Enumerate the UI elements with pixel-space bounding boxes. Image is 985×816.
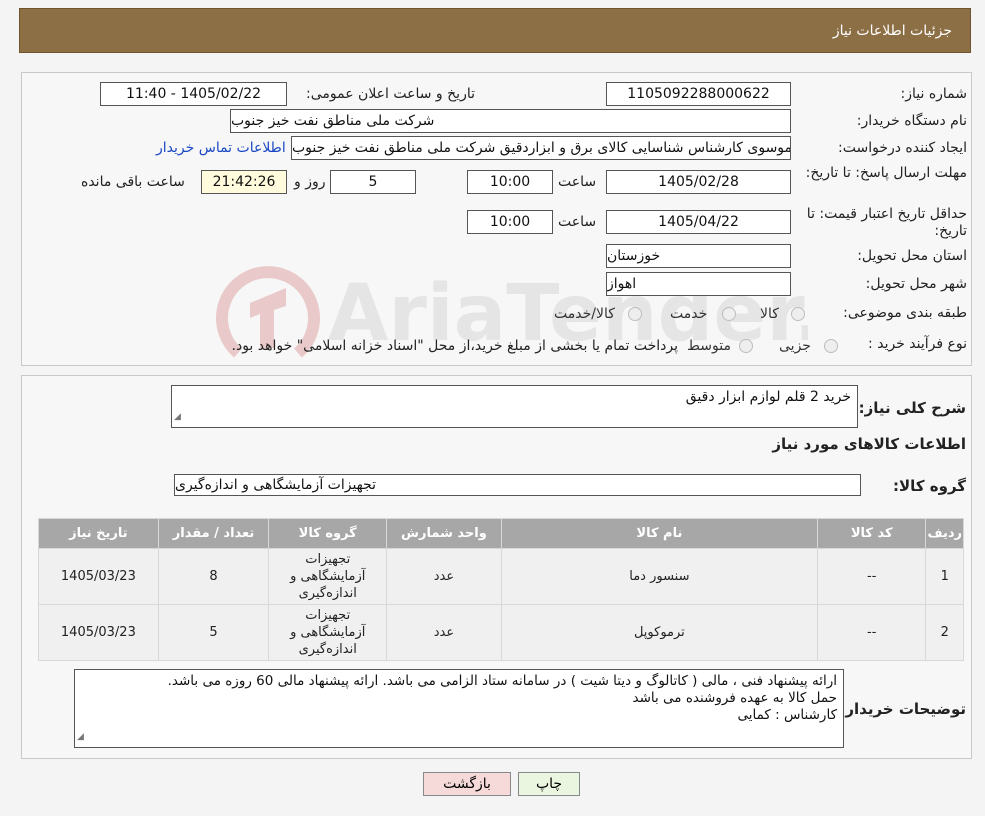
need-number-field: 1105092288000622: [606, 82, 791, 106]
category-option-service: خدمت: [670, 306, 708, 322]
col-unit: واحد شمارش: [386, 518, 502, 549]
page-title: جزئیات اطلاعات نیاز: [832, 22, 952, 39]
cell-group-text: تجهیزات آزمایشگاهی و اندازه‌گیری: [290, 552, 366, 601]
process-option-minor: جزیی: [779, 338, 811, 354]
items-table: ردیف کد کالا نام کالا واحد شمارش گروه کا…: [38, 518, 964, 661]
buyer-org-label: نام دستگاه خریدار:: [856, 113, 967, 129]
buyer-notes-label: توضیحات خریدار:: [839, 700, 966, 718]
need-description-field: خرید 2 قلم لوازم ابزار دقیق ◢: [171, 385, 858, 428]
creator-field: سیدمحمد موسوی کارشناس شناسایی کالای برق …: [291, 136, 791, 160]
table-row: 1 -- سنسور دما عدد تجهیزات آزمایشگاهی و …: [38, 548, 964, 605]
deadline-time-field: 10:00: [467, 170, 553, 194]
cell-code: --: [817, 548, 927, 605]
announce-label: تاریخ و ساعت اعلان عمومی:: [306, 86, 475, 102]
buyer-notes-line-2: حمل کالا به عهده فروشنده می باشد: [632, 690, 837, 706]
category-option-goods: کالا: [760, 306, 779, 322]
cell-qty: 5: [157, 604, 270, 661]
items-table-header: ردیف کد کالا نام کالا واحد شمارش گروه کا…: [38, 518, 964, 549]
process-note: پرداخت تمام یا بخشی از مبلغ خرید،از محل …: [231, 338, 678, 354]
goods-group-label: گروه کالا:: [893, 477, 966, 495]
province-field: خوزستان: [606, 244, 791, 268]
buyer-org-field: شرکت ملی مناطق نفت خیز جنوب: [230, 109, 791, 133]
col-code: کد کالا: [817, 518, 927, 549]
need-description-text: خرید 2 قلم لوازم ابزار دقیق: [685, 389, 851, 405]
city-label: شهر محل تحویل:: [865, 276, 967, 292]
cell-qty: 8: [157, 548, 270, 605]
cell-code: --: [817, 604, 927, 661]
cell-unit: عدد: [386, 548, 502, 605]
days-field: 5: [330, 170, 416, 194]
category-label: طبقه بندی موضوعی:: [843, 305, 967, 321]
validity-date-field: 1405/04/22: [606, 210, 791, 234]
cell-row: 1: [925, 548, 964, 605]
process-label: نوع فرآیند خرید :: [868, 336, 967, 352]
category-option-goods-service: کالا/خدمت: [554, 306, 615, 322]
countdown-timer: 21:42:26: [201, 170, 287, 194]
process-option-medium: متوسط: [687, 338, 731, 354]
city-field: اهواز: [606, 272, 791, 296]
category-radio-goods[interactable]: [791, 307, 805, 321]
col-qty: تعداد / مقدار: [157, 518, 270, 549]
validity-label: حداقل تاریخ اعتبار قیمت: تا تاریخ:: [806, 206, 967, 239]
category-radio-goods-service[interactable]: [628, 307, 642, 321]
category-radio-service[interactable]: [722, 307, 736, 321]
back-button[interactable]: بازگشت: [423, 772, 511, 796]
page-header: جزئیات اطلاعات نیاز: [19, 8, 971, 53]
buyer-notes-field: ارائه پیشنهاد فنی ، مالی ( کاتالوگ و دیت…: [74, 669, 844, 748]
cell-row: 2: [925, 604, 964, 661]
table-row: 2 -- ترموکوپل عدد تجهیزات آزمایشگاهی و ا…: [38, 604, 964, 661]
col-row: ردیف: [925, 518, 964, 549]
process-radio-medium[interactable]: [739, 339, 753, 353]
cell-group: تجهیزات آزمایشگاهی و اندازه‌گیری: [268, 604, 388, 661]
creator-label: ایجاد کننده درخواست:: [838, 140, 967, 156]
cell-date: 1405/03/23: [38, 548, 159, 605]
goods-group-field: تجهیزات آزمایشگاهی و اندازه‌گیری: [174, 474, 861, 496]
cell-date: 1405/03/23: [38, 604, 159, 661]
buyer-contact-link[interactable]: اطلاعات تماس خریدار: [156, 140, 286, 156]
province-label: استان محل تحویل:: [857, 248, 967, 264]
announce-field: 1405/02/22 - 11:40: [100, 82, 287, 106]
cell-name: سنسور دما: [500, 548, 819, 605]
resize-grip-icon: ◢: [174, 412, 181, 422]
need-number-label: شماره نیاز:: [900, 86, 968, 102]
cell-name: ترموکوپل: [500, 604, 819, 661]
remaining-label: ساعت باقی مانده: [81, 174, 185, 190]
items-section-title: اطلاعات کالاهای مورد نیاز: [772, 435, 966, 453]
cell-unit: عدد: [386, 604, 502, 661]
validity-time-field: 10:00: [467, 210, 553, 234]
process-radio-minor[interactable]: [824, 339, 838, 353]
need-description-label: شرح کلی نیاز:: [858, 399, 966, 417]
col-name: نام کالا: [500, 518, 819, 549]
days-label: روز و: [294, 174, 326, 190]
cell-group-text: تجهیزات آزمایشگاهی و اندازه‌گیری: [290, 608, 366, 657]
deadline-date-field: 1405/02/28: [606, 170, 791, 194]
validity-time-label: ساعت: [558, 214, 597, 230]
resize-grip-icon: ◢: [77, 732, 84, 742]
deadline-time-label: ساعت: [558, 174, 597, 190]
buyer-notes-line-3: کارشناس : کمایی: [737, 707, 837, 723]
col-group: گروه کالا: [268, 518, 388, 549]
deadline-label: مهلت ارسال پاسخ: تا تاریخ:: [805, 165, 967, 181]
col-date: تاریخ نیاز: [38, 518, 159, 549]
cell-group: تجهیزات آزمایشگاهی و اندازه‌گیری: [268, 548, 388, 605]
buyer-notes-line-1: ارائه پیشنهاد فنی ، مالی ( کاتالوگ و دیت…: [167, 673, 837, 689]
print-button[interactable]: چاپ: [518, 772, 580, 796]
